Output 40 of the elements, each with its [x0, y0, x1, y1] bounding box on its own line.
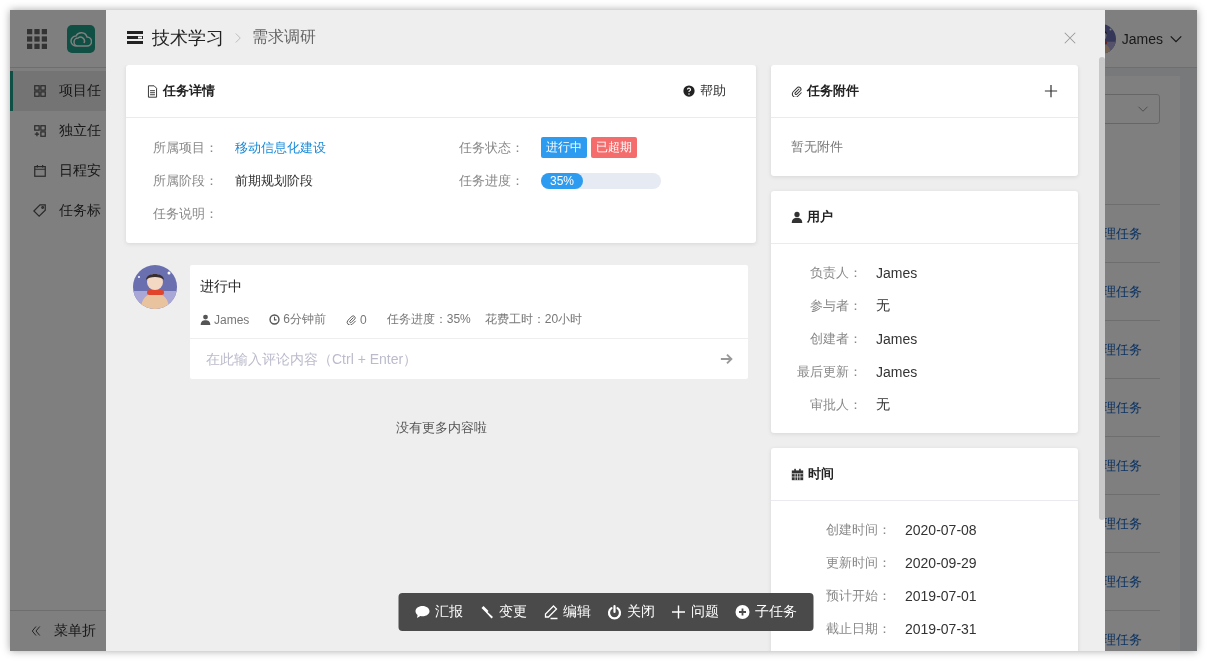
card-title: 时间	[808, 465, 834, 483]
card-title: 任务附件	[807, 82, 859, 100]
field-label: 创建时间：	[826, 520, 891, 539]
no-more-content-text: 没有更多内容啦	[394, 419, 488, 437]
progress-fill: 35%	[541, 172, 583, 189]
field-label: 所属阶段：	[153, 171, 219, 190]
field-value: James	[876, 330, 919, 347]
field-value: James	[876, 363, 919, 380]
breadcrumb-item: 需求调研	[252, 27, 316, 47]
status-tag: 已超期	[591, 137, 637, 158]
field-label: 更新时间：	[826, 553, 891, 572]
progress-note: 任务进度：35%	[386, 311, 471, 328]
card-title: 用户	[807, 208, 833, 226]
empty-text: 暂无附件	[790, 138, 844, 156]
field-value: 2019-07-01	[905, 587, 978, 604]
comment-time: 6分钟前	[283, 311, 327, 328]
field-value: 无	[876, 296, 891, 315]
card-title: 任务详情	[163, 82, 215, 100]
attachment-count: 0	[360, 312, 367, 327]
field-label: 截止日期：	[826, 619, 891, 638]
field-label: 审批人：	[810, 395, 862, 414]
field-label: 任务进度：	[459, 171, 525, 190]
field-label: 所属项目：	[153, 138, 219, 157]
field-value: 2020-07-08	[905, 521, 978, 538]
field-value: 2019-07-31	[905, 620, 978, 637]
comment-status: 进行中	[199, 277, 243, 296]
field-label: 预计开始：	[826, 586, 891, 605]
comment-hours: 花费工时：20小时	[484, 311, 583, 328]
field-value: 无	[876, 395, 891, 414]
field-label: 创建者：	[810, 329, 862, 348]
field-label: 参与者：	[810, 296, 862, 315]
field-label: 任务状态：	[459, 138, 525, 157]
field-label: 最后更新：	[797, 362, 862, 381]
field-label: 负责人：	[810, 263, 862, 282]
field-value: 2020-09-29	[905, 554, 978, 571]
comment-author: James	[214, 312, 250, 327]
status-tag: 进行中	[541, 137, 587, 158]
field-value: 前期规划阶段	[235, 172, 313, 188]
field-value: James	[876, 264, 919, 281]
field-label: 任务说明：	[153, 204, 219, 223]
